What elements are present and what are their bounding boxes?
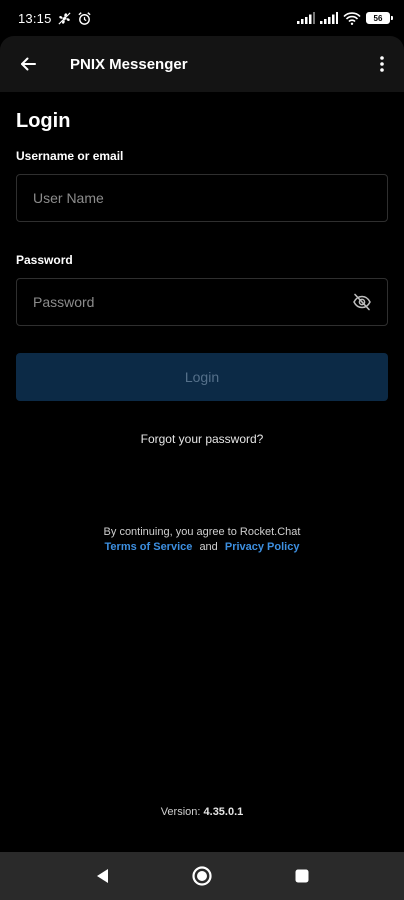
terms-links-row: Terms of Service and Privacy Policy (16, 540, 388, 554)
status-bar: 13:15 56 (0, 0, 404, 36)
terms-prefix: By continuing, you agree to Rocket.Chat (103, 526, 301, 538)
login-button[interactable]: Login (16, 353, 388, 401)
nav-home-button[interactable] (188, 862, 216, 890)
signal-icon (297, 12, 315, 24)
wifi-icon (343, 11, 361, 25)
toggle-password-visibility-button[interactable] (351, 291, 373, 313)
username-input[interactable] (33, 190, 373, 206)
password-input[interactable] (33, 294, 351, 310)
alarm-icon (77, 11, 92, 26)
status-left: 13:15 (18, 11, 92, 26)
system-navigation-bar (0, 852, 404, 900)
forgot-password-link[interactable]: Forgot your password? (16, 431, 388, 447)
version-number: 4.35.0.1 (203, 806, 244, 818)
version-label: Version: (160, 806, 201, 818)
fan-icon (57, 11, 72, 26)
arrow-left-icon (21, 57, 36, 71)
more-vertical-icon (380, 56, 384, 72)
more-options-button[interactable] (370, 50, 394, 78)
app-header: PNIX Messenger (0, 36, 404, 92)
nav-recents-button[interactable] (288, 862, 316, 890)
header-title: PNIX Messenger (70, 55, 188, 73)
username-field-container (16, 174, 388, 222)
login-form: Login Username or email Password Login F… (16, 92, 388, 554)
terms-notice: By continuing, you agree to Rocket.Chat … (16, 525, 388, 554)
back-triangle-icon (97, 869, 108, 883)
recents-square-icon (295, 869, 309, 883)
status-time: 13:15 (18, 10, 52, 26)
username-label: Username or email (16, 149, 124, 163)
battery-icon: 56 (366, 12, 393, 24)
home-circle-icon (192, 866, 212, 886)
terms-and-text: and (199, 541, 218, 553)
login-screen: 13:15 56 PNIX Messenger Login Username o… (0, 0, 404, 900)
password-label: Password (16, 253, 73, 267)
back-button[interactable] (14, 50, 42, 78)
password-field-container (16, 278, 388, 326)
nav-back-button[interactable] (88, 862, 116, 890)
terms-of-service-link[interactable]: Terms of Service (105, 541, 193, 553)
app-version: Version: 4.35.0.1 (0, 806, 404, 818)
page-title: Login (16, 110, 71, 132)
signal-icon (320, 12, 338, 24)
battery-level: 56 (373, 13, 383, 23)
privacy-policy-link[interactable]: Privacy Policy (225, 541, 300, 553)
eye-off-icon (353, 293, 371, 311)
status-right: 56 (297, 11, 393, 25)
